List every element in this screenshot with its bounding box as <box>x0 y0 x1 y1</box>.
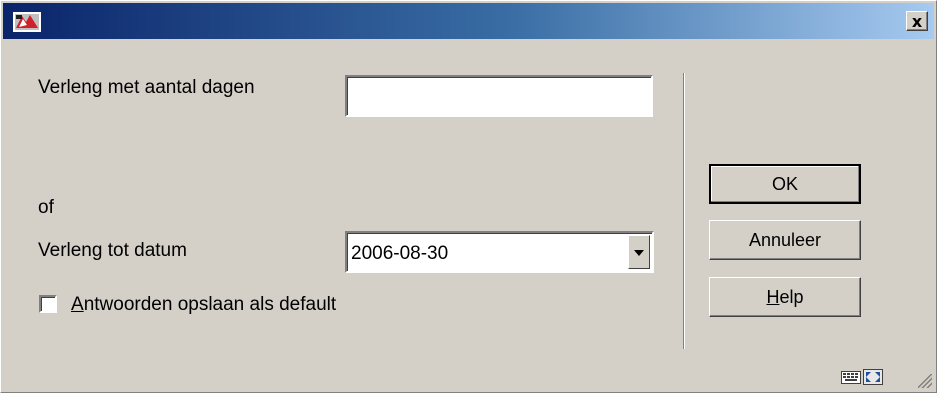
date-select-value: 2006-08-30 <box>351 243 449 264</box>
ok-button[interactable]: OK <box>709 164 861 204</box>
days-label: Verleng met aantal dagen <box>38 77 255 98</box>
save-defaults-label-text: ntwoorden opslaan als default <box>83 294 337 315</box>
or-label: of <box>38 197 54 218</box>
save-defaults-accelerator: A <box>71 294 84 315</box>
cancel-button[interactable]: Annuleer <box>709 220 861 260</box>
dialog-window: x Verleng met aantal dagen of Verleng to… <box>0 0 937 393</box>
date-label: Verleng tot datum <box>38 240 187 261</box>
save-defaults-label[interactable]: Antwoorden opslaan als default <box>71 294 336 316</box>
help-accelerator: H <box>766 287 780 307</box>
help-button[interactable]: Help <box>709 277 861 317</box>
chevron-down-icon[interactable] <box>628 235 650 269</box>
save-defaults-checkbox[interactable] <box>39 295 57 313</box>
keyboard-icon[interactable] <box>841 369 861 385</box>
help-label-text: elp <box>779 287 804 307</box>
fullscreen-icon[interactable] <box>863 369 883 385</box>
library-app-icon <box>13 12 41 32</box>
title-bar[interactable]: x <box>3 3 934 39</box>
days-input[interactable] <box>345 75 653 117</box>
vertical-divider <box>683 73 685 349</box>
resize-grip-icon[interactable] <box>918 374 932 388</box>
close-button[interactable]: x <box>906 11 928 31</box>
date-select[interactable]: 2006-08-30 <box>345 231 654 273</box>
